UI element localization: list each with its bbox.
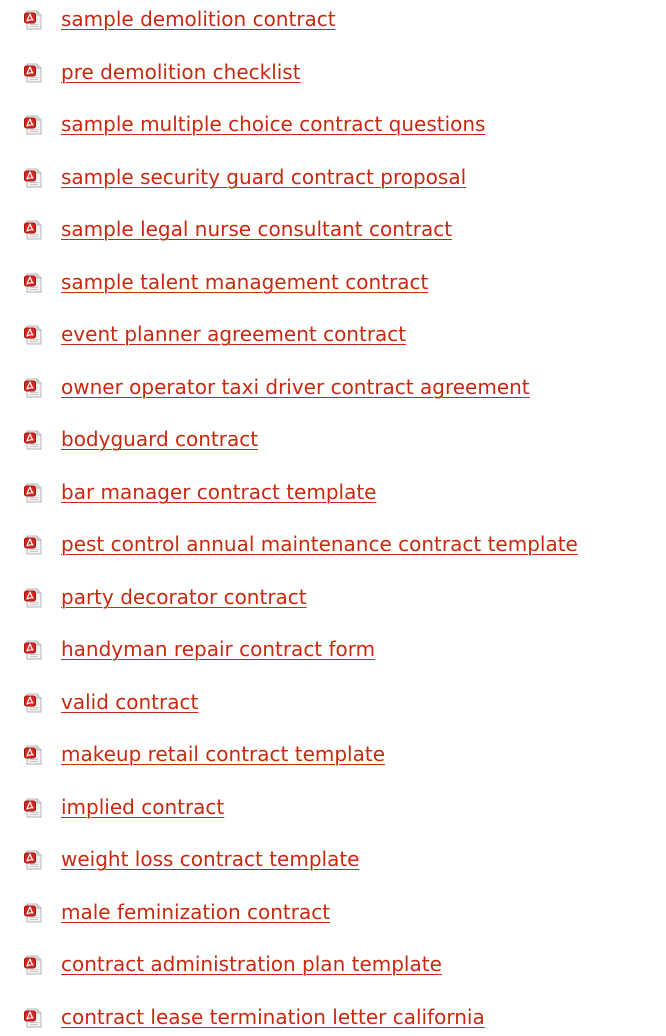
pdf-file-icon [24, 588, 42, 608]
document-link[interactable]: sample security guard contract proposal [61, 164, 466, 190]
list-item: pre demolition checklist [0, 55, 666, 91]
list-item: handyman repair contract form [0, 632, 666, 668]
pdf-file-icon [24, 10, 42, 30]
document-link[interactable]: weight loss contract template [61, 846, 360, 872]
list-item: contract administration plan template [0, 947, 666, 983]
list-item: sample legal nurse consultant contract [0, 212, 666, 248]
pdf-file-icon [24, 325, 42, 345]
document-link[interactable]: handyman repair contract form [61, 636, 375, 662]
pdf-file-icon [24, 640, 42, 660]
document-link[interactable]: sample legal nurse consultant contract [61, 216, 452, 242]
pdf-file-icon [24, 220, 42, 240]
pdf-file-icon [24, 693, 42, 713]
list-item: male feminization contract [0, 895, 666, 931]
pdf-file-icon [24, 798, 42, 818]
document-link[interactable]: pest control annual maintenance contract… [61, 531, 578, 557]
list-item: weight loss contract template [0, 842, 666, 878]
document-link[interactable]: valid contract [61, 689, 198, 715]
list-item: contract lease termination letter califo… [0, 1000, 666, 1036]
document-link[interactable]: sample talent management contract [61, 269, 428, 295]
pdf-file-icon [24, 115, 42, 135]
list-item: sample multiple choice contract question… [0, 107, 666, 143]
list-item: party decorator contract [0, 580, 666, 616]
document-link[interactable]: makeup retail contract template [61, 741, 385, 767]
document-link[interactable]: contract lease termination letter califo… [61, 1004, 485, 1030]
list-item: sample demolition contract [0, 2, 666, 38]
document-link[interactable]: bar manager contract template [61, 479, 377, 505]
document-link[interactable]: contract administration plan template [61, 951, 442, 977]
document-link[interactable]: owner operator taxi driver contract agre… [61, 374, 530, 400]
document-link[interactable]: event planner agreement contract [61, 321, 406, 347]
pdf-file-icon [24, 273, 42, 293]
pdf-file-icon [24, 378, 42, 398]
list-item: sample talent management contract [0, 265, 666, 301]
pdf-file-icon [24, 483, 42, 503]
pdf-file-icon [24, 430, 42, 450]
document-link[interactable]: male feminization contract [61, 899, 330, 925]
document-link[interactable]: sample multiple choice contract question… [61, 111, 485, 137]
pdf-file-icon [24, 850, 42, 870]
document-link[interactable]: implied contract [61, 794, 224, 820]
list-item: implied contract [0, 790, 666, 826]
pdf-file-icon [24, 955, 42, 975]
list-item: pest control annual maintenance contract… [0, 527, 666, 563]
list-item: event planner agreement contract [0, 317, 666, 353]
list-item: valid contract [0, 685, 666, 721]
pdf-file-icon [24, 1008, 42, 1028]
pdf-file-icon [24, 168, 42, 188]
pdf-file-icon [24, 535, 42, 555]
document-link[interactable]: bodyguard contract [61, 426, 258, 452]
list-item: bodyguard contract [0, 422, 666, 458]
list-item: bar manager contract template [0, 475, 666, 511]
document-link[interactable]: sample demolition contract [61, 6, 336, 32]
pdf-file-icon [24, 745, 42, 765]
list-item: sample security guard contract proposal [0, 160, 666, 196]
document-link[interactable]: party decorator contract [61, 584, 307, 610]
list-item: makeup retail contract template [0, 737, 666, 773]
list-item: owner operator taxi driver contract agre… [0, 370, 666, 406]
pdf-file-icon [24, 63, 42, 83]
pdf-file-icon [24, 903, 42, 923]
document-link[interactable]: pre demolition checklist [61, 59, 301, 85]
